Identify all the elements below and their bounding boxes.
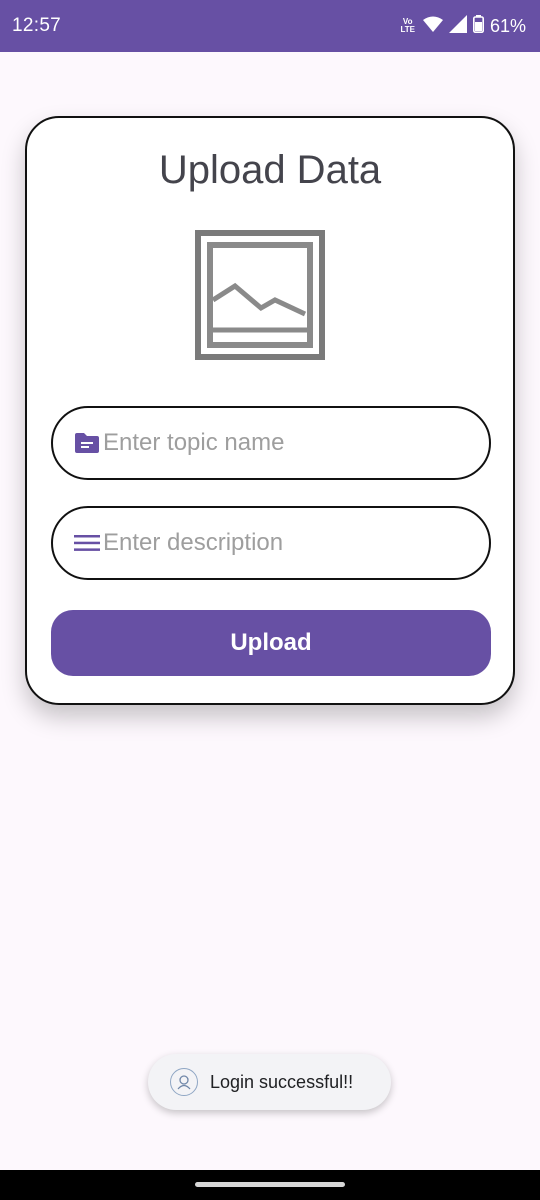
volte-icon: Vo LTE bbox=[400, 17, 415, 34]
folder-icon bbox=[73, 429, 101, 457]
topic-field[interactable] bbox=[51, 406, 491, 480]
image-placeholder-icon[interactable] bbox=[195, 230, 325, 360]
toast-message: Login successful!! bbox=[210, 1071, 354, 1092]
status-bar: 12:57 Vo LTE 61% bbox=[0, 0, 540, 52]
app-logo-icon bbox=[170, 1068, 198, 1096]
upload-button[interactable]: Upload bbox=[51, 610, 491, 676]
battery-percentage: 61% bbox=[489, 15, 526, 36]
page-title: Upload Data bbox=[158, 148, 382, 192]
description-field[interactable] bbox=[51, 506, 491, 580]
home-gesture-handle[interactable] bbox=[195, 1182, 345, 1187]
signal-icon bbox=[448, 14, 467, 38]
status-time: 12:57 bbox=[12, 15, 62, 36]
status-icons: Vo LTE 61% bbox=[400, 14, 526, 38]
description-input[interactable] bbox=[101, 529, 461, 557]
navigation-bar bbox=[0, 1170, 540, 1200]
lines-icon bbox=[73, 529, 101, 557]
toast: Login successful!! bbox=[148, 1054, 391, 1110]
topic-name-input[interactable] bbox=[101, 429, 461, 457]
wifi-icon bbox=[422, 16, 443, 37]
upload-card: Upload Data Upload bbox=[25, 116, 515, 705]
battery-icon bbox=[472, 14, 484, 38]
